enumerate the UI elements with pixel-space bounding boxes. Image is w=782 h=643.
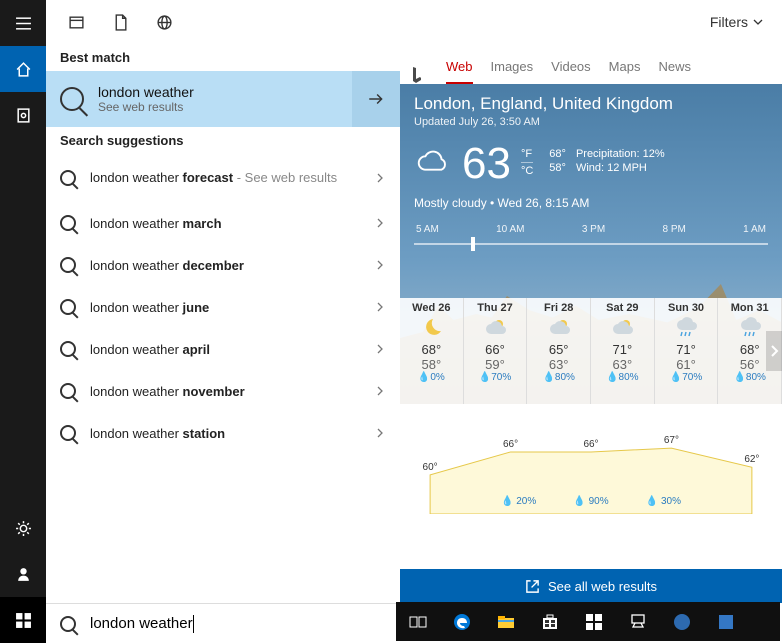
temp-unit-toggle[interactable]: °F °C bbox=[521, 148, 533, 177]
search-icon bbox=[60, 425, 76, 441]
search-icon bbox=[60, 383, 76, 399]
section-suggestions: Search suggestions bbox=[46, 127, 400, 154]
rain-icon bbox=[657, 314, 716, 342]
wind-value: 12 MPH bbox=[607, 162, 647, 174]
cloud-sun-icon bbox=[466, 314, 525, 342]
taskbar-app4[interactable] bbox=[704, 602, 748, 641]
taskbar bbox=[396, 602, 780, 641]
taskbar-app3[interactable] bbox=[660, 602, 704, 641]
temperature-chart: 60°66°66°67°62°💧 20%💧 90%💧 30% bbox=[410, 414, 772, 514]
bing-icon bbox=[410, 66, 424, 84]
external-link-icon bbox=[525, 579, 540, 594]
cloud-icon bbox=[414, 150, 452, 176]
suggestion-item[interactable]: london weather forecast - See web result… bbox=[46, 154, 400, 202]
start-button[interactable] bbox=[0, 597, 46, 643]
weather-updated: Updated July 26, 3:50 AM bbox=[414, 116, 768, 128]
see-all-web-results[interactable]: See all web results bbox=[400, 569, 782, 603]
chevron-right-icon bbox=[374, 385, 386, 397]
current-temp: 63 bbox=[462, 142, 511, 186]
best-match-title: london weather bbox=[98, 84, 194, 100]
text-cursor bbox=[193, 615, 194, 633]
chevron-right-icon bbox=[374, 301, 386, 313]
preview-tab-maps[interactable]: Maps bbox=[609, 59, 641, 84]
search-value: london weather bbox=[90, 615, 193, 632]
preview-tab-images[interactable]: Images bbox=[491, 59, 534, 84]
chevron-right-icon bbox=[374, 259, 386, 271]
chevron-right-icon bbox=[374, 217, 386, 229]
suggestion-item[interactable]: london weather november bbox=[46, 370, 400, 412]
taskbar-app1[interactable] bbox=[572, 602, 616, 641]
forecast-day[interactable]: Sat 29 71° 63° 💧80% bbox=[591, 298, 655, 404]
chevron-right-icon bbox=[374, 172, 386, 184]
filter-web[interactable] bbox=[142, 0, 186, 44]
moon-icon bbox=[402, 314, 461, 342]
search-icon bbox=[60, 215, 76, 231]
sidebar-feedback[interactable] bbox=[0, 551, 46, 597]
suggestion-item[interactable]: london weather june bbox=[46, 286, 400, 328]
filters-label: Filters bbox=[710, 14, 748, 30]
chevron-right-icon bbox=[374, 427, 386, 439]
precip-value: 12% bbox=[643, 148, 665, 160]
cloud-sun-icon bbox=[529, 314, 588, 342]
forecast-day[interactable]: Fri 28 65° 63° 💧80% bbox=[527, 298, 591, 404]
taskbar-store[interactable] bbox=[528, 602, 572, 641]
cloud-sun-icon bbox=[593, 314, 652, 342]
temp-lo: 58° bbox=[549, 162, 566, 174]
timeline-thumb[interactable] bbox=[471, 237, 475, 251]
chevron-down-icon bbox=[752, 16, 764, 28]
preview-tab-web[interactable]: Web bbox=[446, 59, 473, 84]
filters-dropdown[interactable]: Filters bbox=[700, 14, 774, 30]
forecast-next[interactable] bbox=[766, 331, 782, 371]
suggestion-item[interactable]: london weather april bbox=[46, 328, 400, 370]
best-match-subtitle: See web results bbox=[98, 100, 194, 114]
sidebar-recent[interactable] bbox=[0, 92, 46, 138]
suggestion-item[interactable]: london weather station bbox=[46, 412, 400, 454]
hourly-timeline[interactable]: 5 AM10 AM3 PM8 PM1 AM bbox=[414, 224, 768, 245]
suggestion-item[interactable]: london weather december bbox=[46, 244, 400, 286]
open-result-button[interactable] bbox=[352, 71, 400, 127]
search-icon bbox=[60, 257, 76, 273]
forecast-day[interactable]: Wed 26 68° 58° 💧0% bbox=[400, 298, 464, 404]
preview-tab-videos[interactable]: Videos bbox=[551, 59, 591, 84]
best-match-result[interactable]: london weather See web results bbox=[46, 71, 400, 127]
search-icon bbox=[60, 616, 76, 632]
filter-documents[interactable] bbox=[98, 0, 142, 44]
suggestion-item[interactable]: london weather march bbox=[46, 202, 400, 244]
taskbar-app2[interactable] bbox=[616, 602, 660, 641]
filter-apps[interactable] bbox=[54, 0, 98, 44]
weather-condition: Mostly cloudy • Wed 26, 8:15 AM bbox=[414, 196, 768, 210]
search-input-bar[interactable]: london weather bbox=[46, 603, 400, 643]
weather-location: London, England, United Kingdom bbox=[414, 94, 768, 114]
sidebar-home[interactable] bbox=[0, 46, 46, 92]
menu-button[interactable] bbox=[0, 0, 46, 46]
section-best-match: Best match bbox=[46, 44, 400, 71]
preview-tab-news[interactable]: News bbox=[658, 59, 691, 84]
chevron-right-icon bbox=[374, 343, 386, 355]
taskbar-edge[interactable] bbox=[440, 602, 484, 641]
sidebar-settings[interactable] bbox=[0, 505, 46, 551]
search-icon bbox=[60, 87, 84, 111]
temp-hi: 68° bbox=[549, 148, 566, 160]
search-icon bbox=[60, 170, 76, 186]
forecast-day[interactable]: Sun 30 71° 61° 💧70% bbox=[655, 298, 719, 404]
search-icon bbox=[60, 341, 76, 357]
taskview-button[interactable] bbox=[396, 602, 440, 641]
search-icon bbox=[60, 299, 76, 315]
taskbar-explorer[interactable] bbox=[484, 602, 528, 641]
forecast-day[interactable]: Thu 27 66° 59° 💧70% bbox=[464, 298, 528, 404]
